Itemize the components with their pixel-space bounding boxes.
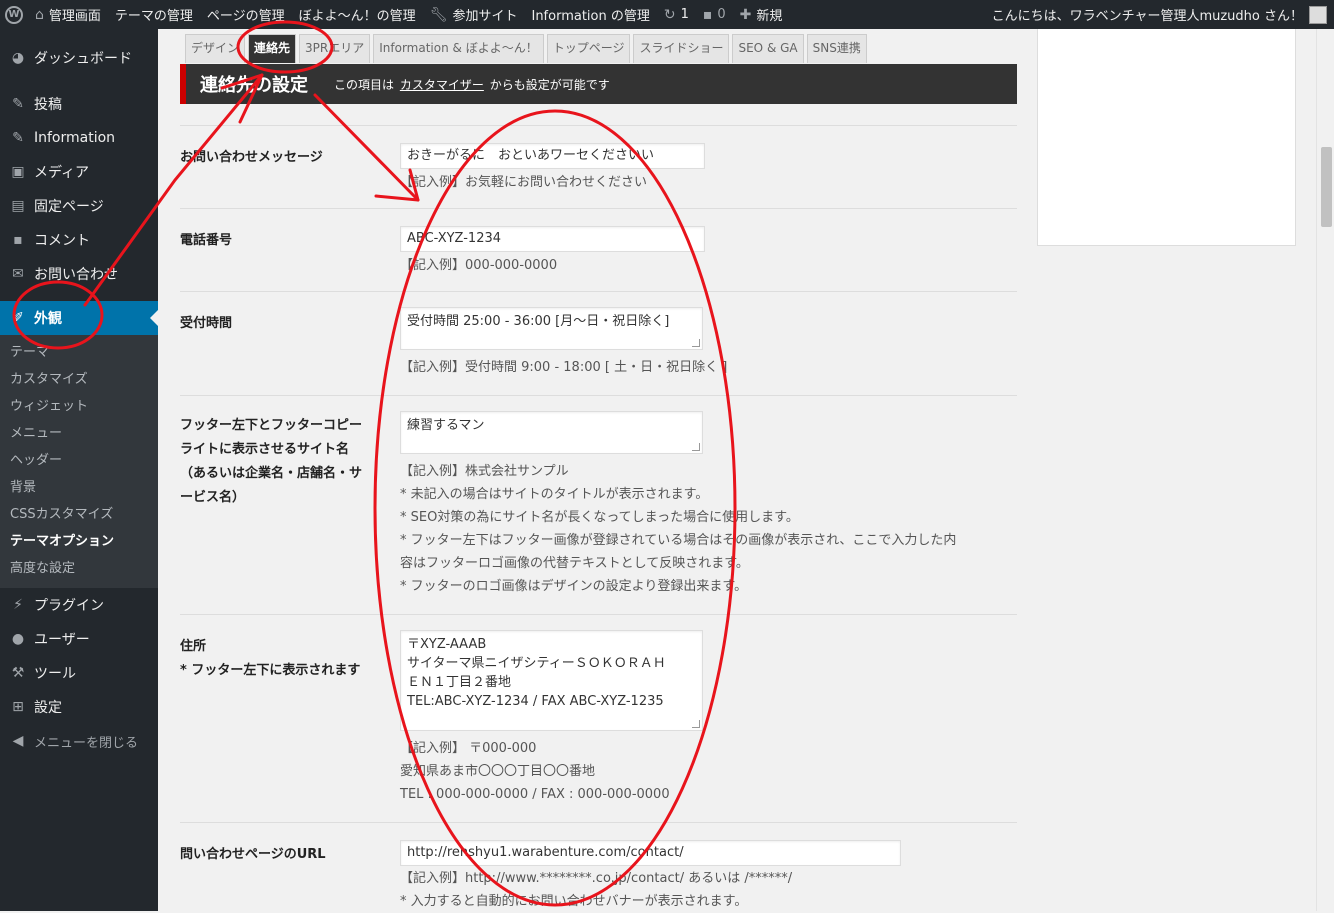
- collapse-menu-button[interactable]: ◀メニューを閉じる: [0, 724, 158, 758]
- plugin-icon: ⚡: [8, 597, 28, 613]
- address-label: 住所 * フッター左下に表示されます: [180, 635, 360, 683]
- adminbar-account[interactable]: こんにちは、ワラベンチャー管理人muzudho さん！: [985, 0, 1334, 29]
- sidebar-item-contact[interactable]: ✉お問い合わせ: [0, 257, 158, 291]
- hours-note: 【記入例】受付時間 9:00 - 18:00 [ 土・日・祝日除く ]: [400, 356, 727, 379]
- tab-slideshow[interactable]: スライドショー: [633, 34, 729, 63]
- media-icon: ▣: [8, 164, 28, 180]
- adminbar-item-information[interactable]: Information の管理: [524, 0, 656, 29]
- wrench-icon: ⚒: [8, 665, 28, 681]
- contact-url-label: 問い合わせページのURL: [180, 843, 326, 867]
- row-address: 住所 * フッター左下に表示されます 〒XYZ-AAAB サイターマ県ニイザシテ…: [180, 614, 1017, 822]
- row-contact-url: 問い合わせページのURL http://renshyu1.warabenture…: [180, 822, 1017, 911]
- tab-3pr-area[interactable]: 3PRエリア: [299, 34, 370, 63]
- page-scrollbar[interactable]: [1316, 29, 1334, 911]
- submenu-item-advanced[interactable]: 高度な設定: [0, 555, 158, 582]
- tab-design[interactable]: デザイン: [185, 34, 245, 63]
- section-title: 連絡先の設定: [200, 71, 308, 97]
- admin-sidebar: ◕ダッシュボード ✎投稿 ✎Information ▣メディア ▤固定ページ ▪…: [0, 29, 158, 911]
- submenu-item-header[interactable]: ヘッダー: [0, 447, 158, 474]
- tab-sns[interactable]: SNS連携: [807, 34, 867, 63]
- phone-note: 【記入例】000-000-0000: [400, 254, 705, 277]
- address-textarea[interactable]: 〒XYZ-AAAB サイターマ県ニイザシティーＳＯＫＯＲＡＨ ＥＮ１丁目２番地 …: [400, 630, 703, 731]
- section-header: 連絡先の設定 この項目は カスタマイザー からも設定が可能です: [180, 64, 1017, 104]
- tab-top-page[interactable]: トップページ: [547, 34, 631, 63]
- row-footer-site-name: フッター左下とフッターコピー ライトに表示させるサイト名 （あるいは企業名・店舗…: [180, 395, 1017, 614]
- customizer-link[interactable]: カスタマイザー: [400, 78, 484, 92]
- footer-site-name-textarea[interactable]: 練習するマン: [400, 411, 703, 454]
- adminbar-item-theme[interactable]: テーマの管理: [108, 0, 200, 29]
- sidebar-item-plugins[interactable]: ⚡プラグイン: [0, 588, 158, 622]
- contact-message-input[interactable]: おきーがるに おといあワーセくださいい: [400, 143, 705, 169]
- hours-textarea[interactable]: 受付時間 25:00 - 36:00 [月～日・祝日除く]: [400, 307, 703, 350]
- submenu-item-menus[interactable]: メニュー: [0, 420, 158, 447]
- wordpress-logo-icon[interactable]: W: [0, 0, 28, 29]
- pin-icon: ✎: [8, 96, 28, 112]
- phone-input[interactable]: ABC-XYZ-1234: [400, 226, 705, 252]
- comment-icon: ▪: [8, 232, 28, 248]
- sidebar-item-media[interactable]: ▣メディア: [0, 155, 158, 189]
- adminbar-item-site[interactable]: ⌂管理画面: [28, 0, 108, 29]
- sidebar-item-appearance[interactable]: ✐外観: [0, 301, 158, 335]
- appearance-submenu: テーマ カスタマイズ ウィジェット メニュー ヘッダー 背景 CSSカスタマイズ…: [0, 335, 158, 588]
- adminbar-item-updates[interactable]: ↻1: [657, 0, 696, 29]
- collapse-icon: ◀: [8, 733, 28, 749]
- phone-label: 電話番号: [180, 229, 232, 253]
- comment-icon: ▪: [703, 7, 713, 23]
- user-icon: ●: [8, 631, 28, 647]
- plus-icon: ✚: [740, 7, 752, 23]
- tab-contact[interactable]: 連絡先: [248, 34, 296, 63]
- sidebar-item-information[interactable]: ✎Information: [0, 121, 158, 155]
- submenu-item-themes[interactable]: テーマ: [0, 339, 158, 366]
- submenu-item-customize[interactable]: カスタマイズ: [0, 366, 158, 393]
- submenu-item-background[interactable]: 背景: [0, 474, 158, 501]
- sidebar-item-comments[interactable]: ▪コメント: [0, 223, 158, 257]
- footer-site-name-label: フッター左下とフッターコピー ライトに表示させるサイト名 （あるいは企業名・店舗…: [180, 414, 362, 510]
- theme-options-tabs: デザイン 連絡先 3PRエリア Information & ぼよよ～ん！ トップ…: [185, 34, 870, 63]
- avatar: [1309, 6, 1327, 24]
- row-hours: 受付時間 受付時間 25:00 - 36:00 [月～日・祝日除く] 【記入例】…: [180, 291, 1017, 395]
- submenu-item-css[interactable]: CSSカスタマイズ: [0, 501, 158, 528]
- row-contact-message: お問い合わせメッセージ おきーがるに おといあワーセくださいい 【記入例】お気軽…: [180, 125, 1017, 208]
- sidebar-item-users[interactable]: ●ユーザー: [0, 622, 158, 656]
- refresh-icon: ↻: [664, 7, 676, 23]
- pin-icon: ✎: [8, 130, 28, 146]
- right-side-panel: [1037, 29, 1296, 246]
- adminbar-item-new[interactable]: ✚新規: [733, 0, 790, 29]
- dashboard-icon: ◕: [8, 50, 28, 66]
- sidebar-item-posts[interactable]: ✎投稿: [0, 87, 158, 121]
- adminbar-item-comments[interactable]: ▪0: [696, 0, 733, 29]
- scrollbar-thumb[interactable]: [1321, 147, 1332, 227]
- mail-icon: ✉: [8, 266, 28, 282]
- contact-message-label: お問い合わせメッセージ: [180, 146, 323, 170]
- tab-seo-ga[interactable]: SEO & GA: [732, 34, 803, 63]
- adminbar-item-boyoyon[interactable]: ぼよよ～ん！の管理: [292, 0, 423, 29]
- wrench-icon: 🔧︎: [430, 7, 448, 23]
- hours-label: 受付時間: [180, 312, 232, 336]
- home-icon: ⌂: [35, 7, 44, 23]
- contact-url-input[interactable]: http://renshyu1.warabenture.com/contact/: [400, 840, 901, 866]
- brush-icon: ✐: [8, 310, 28, 326]
- address-notes: 【記入例】 〒000-000 愛知県あま市〇〇〇丁目〇〇番地 TEL : 000…: [400, 737, 703, 806]
- row-phone: 電話番号 ABC-XYZ-1234 【記入例】000-000-0000: [180, 208, 1017, 291]
- contact-message-note: 【記入例】お気軽にお問い合わせください: [400, 171, 705, 194]
- admin-bar: W ⌂管理画面 テーマの管理 ページの管理 ぼよよ～ん！の管理 🔧︎参加サイト …: [0, 0, 1334, 29]
- submenu-item-theme-options[interactable]: テーマオプション: [0, 528, 158, 555]
- tab-information[interactable]: Information & ぼよよ～ん！: [373, 34, 543, 63]
- sidebar-item-tools[interactable]: ⚒ツール: [0, 656, 158, 690]
- settings-icon: ⊞: [8, 699, 28, 715]
- section-description: この項目は カスタマイザー からも設定が可能です: [334, 76, 610, 93]
- sidebar-item-pages[interactable]: ▤固定ページ: [0, 189, 158, 223]
- sidebar-item-dashboard[interactable]: ◕ダッシュボード: [0, 41, 158, 75]
- footer-site-name-notes: 【記入例】株式会社サンプル * 未記入の場合はサイトのタイトルが表示されます。 …: [400, 460, 956, 598]
- page-icon: ▤: [8, 198, 28, 214]
- sidebar-item-settings[interactable]: ⊞設定: [0, 690, 158, 724]
- adminbar-item-my-sites[interactable]: 🔧︎参加サイト: [423, 0, 525, 29]
- submenu-item-widgets[interactable]: ウィジェット: [0, 393, 158, 420]
- adminbar-item-pages[interactable]: ページの管理: [200, 0, 292, 29]
